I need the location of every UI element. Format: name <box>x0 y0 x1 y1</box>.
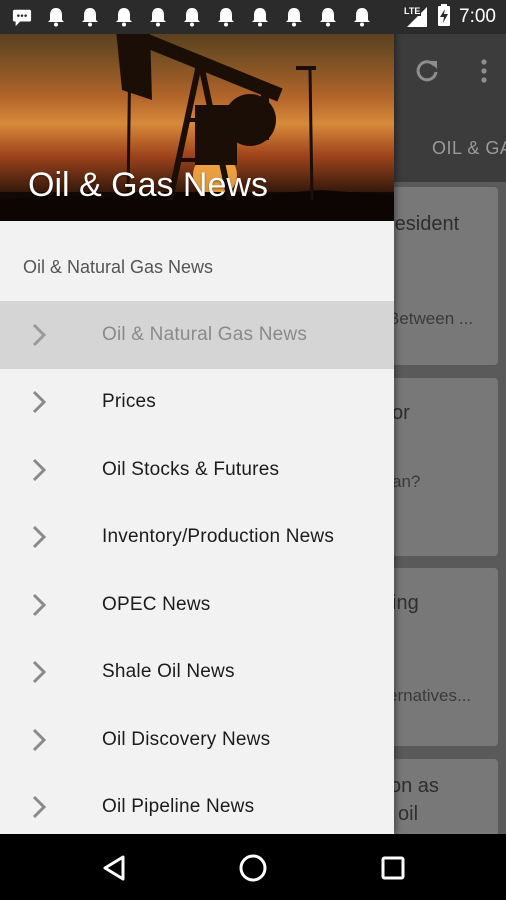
screen: LTE 7:00 S OIL & GA resident Between ...… <box>0 0 506 900</box>
menu-item-oil-pipeline-news[interactable]: Oil Pipeline News <box>0 774 394 842</box>
battery-charging-icon <box>437 3 451 31</box>
card-title: ing <box>392 592 419 614</box>
news-card[interactable]: on as oil <box>380 759 498 834</box>
bell-icon <box>318 7 338 27</box>
menu-item-oil-stocks-futures[interactable]: Oil Stocks & Futures <box>0 436 394 504</box>
menu-item-label: Shale Oil News <box>102 661 235 683</box>
navigation-drawer: Oil & Gas News Oil & Natural Gas News Oi… <box>0 0 394 834</box>
menu-item-oil-natural-gas-news[interactable]: Oil & Natural Gas News <box>0 301 394 369</box>
chevron-right-icon <box>30 727 48 753</box>
news-card[interactable]: or an? <box>380 378 498 556</box>
clock: 7:00 <box>459 6 496 27</box>
menu-item-label: Inventory/Production News <box>102 526 335 548</box>
chevron-right-icon <box>30 592 48 618</box>
bell-icon <box>182 7 202 27</box>
card-snippet: an? <box>392 472 421 491</box>
tab-oil-gas[interactable]: OIL & GA <box>432 138 506 159</box>
bell-icon <box>46 7 66 27</box>
message-icon <box>12 7 32 27</box>
menu-item-label: Oil Pipeline News <box>102 796 255 818</box>
bell-icon <box>352 7 372 27</box>
menu-item-opec-news[interactable]: OPEC News <box>0 571 394 639</box>
drawer-title: Oil & Gas News <box>28 166 268 204</box>
drawer-menu: Oil & Natural Gas News Prices Oil Stocks… <box>0 301 394 841</box>
card-title: on as <box>390 775 439 797</box>
card-snippet: ernatives... <box>388 686 472 705</box>
notification-icons <box>0 7 372 27</box>
card-snippet: Between ... <box>388 309 474 328</box>
system-nav-bar <box>0 834 506 900</box>
toolbar-actions <box>414 58 488 89</box>
menu-item-shale-oil-news[interactable]: Shale Oil News <box>0 639 394 707</box>
bell-icon <box>148 7 168 27</box>
recents-icon[interactable] <box>376 851 410 885</box>
status-right-cluster: LTE 7:00 <box>403 0 496 34</box>
menu-item-label: Prices <box>102 391 156 413</box>
overflow-menu-icon[interactable] <box>480 58 488 89</box>
menu-item-label: OPEC News <box>102 593 211 615</box>
chevron-right-icon <box>30 389 48 415</box>
menu-item-oil-discovery-news[interactable]: Oil Discovery News <box>0 706 394 774</box>
menu-item-label: Oil Stocks & Futures <box>102 458 280 480</box>
refresh-icon[interactable] <box>414 58 440 89</box>
bell-icon <box>284 7 304 27</box>
network-label: LTE <box>403 6 422 16</box>
menu-item-label: Oil Discovery News <box>102 728 271 750</box>
chevron-right-icon <box>30 322 48 348</box>
chevron-right-icon <box>30 524 48 550</box>
menu-item-inventory-production-news[interactable]: Inventory/Production News <box>0 504 394 572</box>
news-card[interactable]: resident Between ... <box>380 187 498 365</box>
status-bar: LTE 7:00 <box>0 0 506 34</box>
menu-item-prices[interactable]: Prices <box>0 369 394 437</box>
card-title: resident <box>388 213 460 235</box>
chevron-right-icon <box>30 794 48 820</box>
bell-icon <box>80 7 100 27</box>
chevron-right-icon <box>30 457 48 483</box>
home-icon[interactable] <box>236 851 270 885</box>
bell-icon <box>114 7 134 27</box>
bell-icon <box>250 7 270 27</box>
news-card[interactable]: ing ernatives... <box>380 568 498 746</box>
card-title: or <box>392 402 410 424</box>
bell-icon <box>216 7 236 27</box>
drawer-subheader: Oil & Natural Gas News <box>23 257 214 277</box>
menu-item-label: Oil & Natural Gas News <box>102 323 308 345</box>
card-snippet: oil <box>398 803 419 825</box>
lte-signal-icon: LTE <box>403 6 429 28</box>
back-icon[interactable] <box>97 851 131 885</box>
chevron-right-icon <box>30 659 48 685</box>
